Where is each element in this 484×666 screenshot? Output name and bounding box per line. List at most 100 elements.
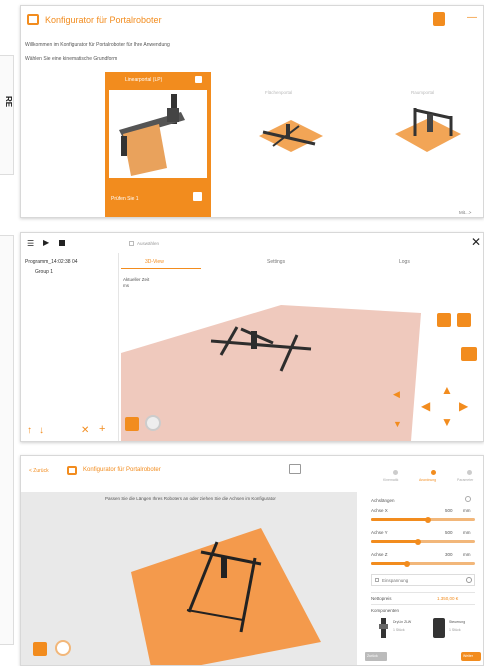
robot-control-panel: ☰ ▶ Auswählen ✕ Programm_14:02:38 04 Gro… xyxy=(20,232,484,442)
left-stub-panel: RE xyxy=(0,55,14,175)
step-label: Anordnung xyxy=(419,478,437,482)
3d-viewport[interactable]: Aktueller Zeit ms ▲ ◀ ▶ ▼ ◀ ▼ xyxy=(121,273,483,441)
next-button-label: Weiter xyxy=(463,654,474,658)
linear-portal-image xyxy=(109,90,207,178)
slider-handle[interactable] xyxy=(415,538,421,545)
slider-value[interactable]: 300 xyxy=(445,552,453,557)
component-quantity: 1 Stück xyxy=(449,628,461,632)
tree-program-item[interactable]: Programm_14:02:38 04 xyxy=(25,259,78,265)
option-checkbox-row[interactable]: Einspannung xyxy=(371,574,475,586)
next-button[interactable]: Weiter xyxy=(461,652,481,661)
slider-track[interactable] xyxy=(371,516,475,523)
price-label: Nettopreis xyxy=(371,596,392,601)
slider-label: Achse Z xyxy=(371,552,388,557)
option-checkbox[interactable] xyxy=(375,578,379,582)
back-link[interactable]: < Zurück xyxy=(29,468,49,474)
play-icon[interactable]: ▶ xyxy=(43,238,49,247)
intro-text: Willkommen im Konfigurator für Portalrob… xyxy=(25,42,170,48)
shopping-bag-icon[interactable] xyxy=(433,12,445,26)
card-select-checkbox[interactable] xyxy=(193,192,202,201)
slider-fill xyxy=(371,518,428,521)
kinematic-card-area[interactable]: Flächenportal xyxy=(239,86,339,166)
slider-unit: mm xyxy=(463,552,471,557)
divider xyxy=(371,604,475,605)
delete-icon[interactable]: ✕ xyxy=(81,425,89,436)
reset-view-icon[interactable] xyxy=(461,347,477,361)
card-checkbox[interactable] xyxy=(195,76,202,83)
settings-icon[interactable] xyxy=(466,577,472,583)
slider-unit: mm xyxy=(463,530,471,535)
save-icon[interactable] xyxy=(289,464,301,474)
card-title: Raumportal xyxy=(411,90,435,95)
sidebar-header: Achslängen xyxy=(371,498,395,503)
component-name: DryLin ZLW xyxy=(393,620,412,624)
slider-unit: mm xyxy=(463,508,471,513)
view-cube-icon[interactable] xyxy=(145,415,161,431)
info-icon[interactable] xyxy=(465,496,471,502)
arrow-up-icon[interactable]: ▲ xyxy=(441,383,453,397)
camera-icon[interactable] xyxy=(33,642,47,656)
back-button-label: Zurück xyxy=(367,654,378,658)
step-label: Parameter xyxy=(457,478,474,482)
arrow-right-icon[interactable]: ▶ xyxy=(459,399,468,413)
step-dot-active[interactable] xyxy=(431,470,436,475)
tab-settings[interactable]: Settings xyxy=(267,259,285,265)
component-image-controller xyxy=(433,618,445,638)
card-title: Linearportal (LP) xyxy=(125,77,163,83)
kinematic-card-room[interactable]: Raumportal xyxy=(371,86,471,166)
slider-handle[interactable] xyxy=(404,560,410,567)
step-dot[interactable] xyxy=(467,470,472,475)
kinematic-card-linear[interactable]: Linearportal (LP) Prüfen Sie 1 xyxy=(105,72,211,217)
step-dot[interactable] xyxy=(393,470,398,475)
slider-track[interactable] xyxy=(371,538,475,545)
auto-checkbox[interactable] xyxy=(129,241,134,246)
slider-value[interactable]: 500 xyxy=(445,508,453,513)
zoom-in-icon[interactable] xyxy=(437,313,451,327)
close-icon[interactable]: ✕ xyxy=(471,235,481,249)
igus-logo-icon xyxy=(27,14,39,25)
card-selection-label: Prüfen Sie 1 xyxy=(111,196,139,202)
price-value: 1.350,00 € xyxy=(437,596,459,601)
move-down-icon[interactable]: ↓ xyxy=(39,425,44,436)
stop-icon[interactable] xyxy=(59,240,65,246)
tab-logs[interactable]: Logs xyxy=(399,259,410,265)
slider-label: Achse X xyxy=(371,508,388,513)
component-name: Steuerung xyxy=(449,620,466,624)
parameter-sidebar: Achslängen Achse X 500 mm Achse Y 500 mm… xyxy=(361,492,483,665)
back-button[interactable]: Zurück xyxy=(365,652,387,661)
configurator-start-panel: Konfigurator für Portalroboter — Willkom… xyxy=(20,5,484,218)
slider-handle[interactable] xyxy=(425,516,431,523)
option-checkbox-label: Einspannung xyxy=(382,578,409,583)
page-title: Konfigurator für Portalroboter xyxy=(83,467,161,473)
slider-fill xyxy=(371,540,418,543)
slider-fill xyxy=(371,562,407,565)
zoom-out-icon[interactable] xyxy=(457,313,471,327)
divider xyxy=(371,592,475,593)
view-tabs: 3D-View Settings Logs xyxy=(121,255,481,269)
menu-collapse-icon[interactable]: — xyxy=(467,12,477,23)
hamburger-menu-icon[interactable]: ☰ xyxy=(27,239,34,248)
tree-group-item[interactable]: Group 1 xyxy=(35,269,53,275)
configurator-editor-panel: < Zurück Konfigurator für Portalroboter … xyxy=(20,455,484,666)
rotate-down-icon[interactable]: ▼ xyxy=(393,419,402,429)
add-icon[interactable]: + xyxy=(99,423,105,435)
step-label: Kinematik xyxy=(383,478,399,482)
slider-value[interactable]: 500 xyxy=(445,530,453,535)
kinematics-prompt: Wählen Sie eine kinematische Grundform xyxy=(25,56,118,62)
rotate-left-icon[interactable]: ◀ xyxy=(393,389,400,400)
slider-track[interactable] xyxy=(371,560,475,567)
left-stub-panel-2 xyxy=(0,235,14,645)
next-link[interactable]: Mit...> xyxy=(459,210,471,215)
step-indicator: Kinematik Anordnung Parameter xyxy=(383,466,481,486)
card-title: Flächenportal xyxy=(265,90,293,95)
arrow-left-icon[interactable]: ◀ xyxy=(421,399,430,413)
components-header: Komponenten xyxy=(371,608,400,613)
3d-viewport[interactable]: Passen Sie die Längen Ihres Roboters an … xyxy=(21,492,357,665)
page-title: Konfigurator für Portalroboter xyxy=(45,15,162,25)
tab-3d-view[interactable]: 3D-View xyxy=(145,259,164,265)
arrow-down-icon[interactable]: ▼ xyxy=(441,415,453,429)
active-tab-indicator xyxy=(121,268,201,269)
view-cube-icon[interactable] xyxy=(55,640,71,656)
move-up-icon[interactable]: ↑ xyxy=(27,425,32,436)
camera-icon[interactable] xyxy=(125,417,139,431)
